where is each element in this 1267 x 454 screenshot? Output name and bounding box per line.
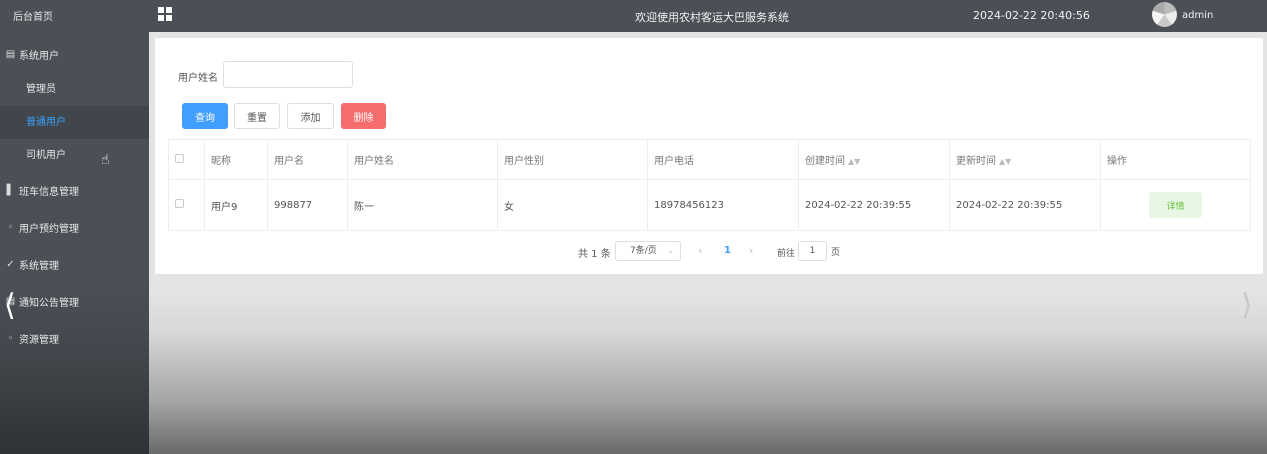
table-cell: 女 bbox=[497, 179, 648, 231]
sidebar-item-reservations[interactable]: ◦ 用户预约管理 bbox=[0, 209, 149, 246]
username-label[interactable]: admin bbox=[1182, 10, 1213, 21]
content-panel: 用户姓名 查询 重置 添加 删除 昵称 用户名 用户姓名 用户性别 用户电话 创… bbox=[155, 38, 1263, 274]
page-size-value: 7条/页 bbox=[630, 246, 657, 256]
reset-button[interactable]: 重置 bbox=[234, 103, 280, 129]
sidebar-item-label: 资源管理 bbox=[19, 335, 59, 346]
column-header: 用户姓名 bbox=[347, 139, 498, 180]
table-cell: 998877 bbox=[267, 179, 348, 231]
chevron-down-icon: ⌄ bbox=[667, 246, 674, 255]
carousel-left-arrow-icon[interactable]: ⟨ bbox=[4, 288, 16, 323]
pointer-cursor-icon: ☝ bbox=[101, 152, 110, 168]
sidebar: 后台首页 ▤ 系统用户 管理员 普通用户 司机用户 ▌ 班车信息管理 ◦ 用户预… bbox=[0, 0, 149, 454]
goto-label: 前往 bbox=[777, 249, 796, 259]
query-button[interactable]: 查询 bbox=[182, 103, 228, 129]
prev-page-icon[interactable]: ‹ bbox=[698, 244, 702, 257]
column-header-sortable[interactable]: 更新时间 ▲▼ bbox=[949, 139, 1101, 180]
table-cell: 陈一 bbox=[347, 179, 498, 231]
avatar[interactable] bbox=[1152, 2, 1177, 27]
next-page-icon[interactable]: › bbox=[749, 244, 753, 257]
sidebar-item-label: 系统管理 bbox=[19, 261, 59, 272]
topbar: 欢迎使用农村客运大巴服务系统 2024-02-22 20:40:56 admin bbox=[149, 0, 1267, 32]
add-button[interactable]: 添加 bbox=[287, 103, 334, 129]
sidebar-subitem-regular-users[interactable]: 普通用户 bbox=[0, 106, 149, 139]
select-all-checkbox[interactable] bbox=[175, 153, 184, 163]
sort-icon[interactable]: ▲▼ bbox=[999, 157, 1011, 166]
sidebar-item-shuttle-info[interactable]: ▌ 班车信息管理 bbox=[0, 172, 149, 209]
action-cell: 详情 bbox=[1100, 179, 1251, 231]
sidebar-subitem-drivers[interactable]: 司机用户 bbox=[0, 139, 149, 172]
document-icon: ▤ bbox=[5, 49, 16, 60]
delete-button[interactable]: 删除 bbox=[341, 103, 386, 129]
sidebar-home-link[interactable]: 后台首页 bbox=[0, 0, 149, 36]
column-header-sortable[interactable]: 创建时间 ▲▼ bbox=[798, 139, 950, 180]
chat-icon: ◦ bbox=[7, 222, 14, 233]
goto-page-input[interactable]: 1 bbox=[798, 241, 827, 261]
chat-icon: ◦ bbox=[7, 333, 14, 344]
clock-datetime: 2024-02-22 20:40:56 bbox=[973, 9, 1090, 22]
sidebar-item-label: 班车信息管理 bbox=[19, 187, 79, 198]
column-header: 用户名 bbox=[267, 139, 348, 180]
column-header: 昵称 bbox=[204, 139, 268, 180]
sidebar-item-system-users[interactable]: ▤ 系统用户 bbox=[0, 36, 149, 73]
search-label: 用户姓名 bbox=[178, 73, 218, 84]
pagination: 共 1 条 7条/页 ⌄ ‹ 1 › 前往 1 页 bbox=[155, 240, 1263, 262]
select-all-cell[interactable] bbox=[168, 139, 205, 180]
table-cell: 18978456123 bbox=[647, 179, 799, 231]
table-cell: 用户9 bbox=[204, 179, 268, 231]
users-table: 昵称 用户名 用户姓名 用户性别 用户电话 创建时间 ▲▼ 更新时间 ▲▼ 操作 用… bbox=[168, 139, 1251, 231]
sort-icon[interactable]: ▲▼ bbox=[848, 157, 860, 166]
grid-menu-icon[interactable] bbox=[158, 7, 172, 21]
column-header: 用户性别 bbox=[497, 139, 648, 180]
column-header-label: 更新时间 bbox=[956, 156, 996, 167]
table-cell: 2024-02-22 20:39:55 bbox=[949, 179, 1101, 231]
page-title: 欢迎使用农村客运大巴服务系统 bbox=[635, 11, 789, 24]
sidebar-item-resources[interactable]: ◦ 资源管理 bbox=[0, 320, 149, 357]
name-search-input[interactable] bbox=[223, 61, 353, 88]
page-suffix-label: 页 bbox=[831, 248, 841, 258]
table-row: 用户9 998877 陈一 女 18978456123 2024-02-22 2… bbox=[168, 179, 1251, 231]
row-select-cell[interactable] bbox=[168, 179, 205, 231]
column-header-label: 创建时间 bbox=[805, 156, 845, 167]
sidebar-item-label: 系统用户 bbox=[19, 51, 59, 62]
sidebar-item-label: 通知公告管理 bbox=[19, 298, 79, 309]
sidebar-item-notices[interactable]: ▤ 通知公告管理 bbox=[0, 283, 149, 320]
sidebar-subitem-admins[interactable]: 管理员 bbox=[0, 73, 149, 106]
sidebar-item-system-management[interactable]: ✓ 系统管理 bbox=[0, 246, 149, 283]
carousel-right-arrow-icon[interactable]: ⟩ bbox=[1241, 288, 1253, 323]
pagination-total: 共 1 条 bbox=[578, 249, 611, 260]
sidebar-item-label: 用户预约管理 bbox=[19, 224, 79, 235]
detail-button[interactable]: 详情 bbox=[1149, 192, 1202, 218]
table-cell: 2024-02-22 20:39:55 bbox=[798, 179, 950, 231]
row-checkbox[interactable] bbox=[175, 199, 184, 208]
check-circle-icon: ✓ bbox=[6, 259, 15, 270]
page-size-select[interactable]: 7条/页 ⌄ bbox=[615, 241, 681, 261]
bar-chart-icon: ▌ bbox=[6, 185, 15, 196]
column-header: 操作 bbox=[1100, 139, 1251, 180]
column-header: 用户电话 bbox=[647, 139, 799, 180]
page-number-current[interactable]: 1 bbox=[724, 245, 731, 256]
table-header-row: 昵称 用户名 用户姓名 用户性别 用户电话 创建时间 ▲▼ 更新时间 ▲▼ 操作 bbox=[168, 139, 1251, 180]
